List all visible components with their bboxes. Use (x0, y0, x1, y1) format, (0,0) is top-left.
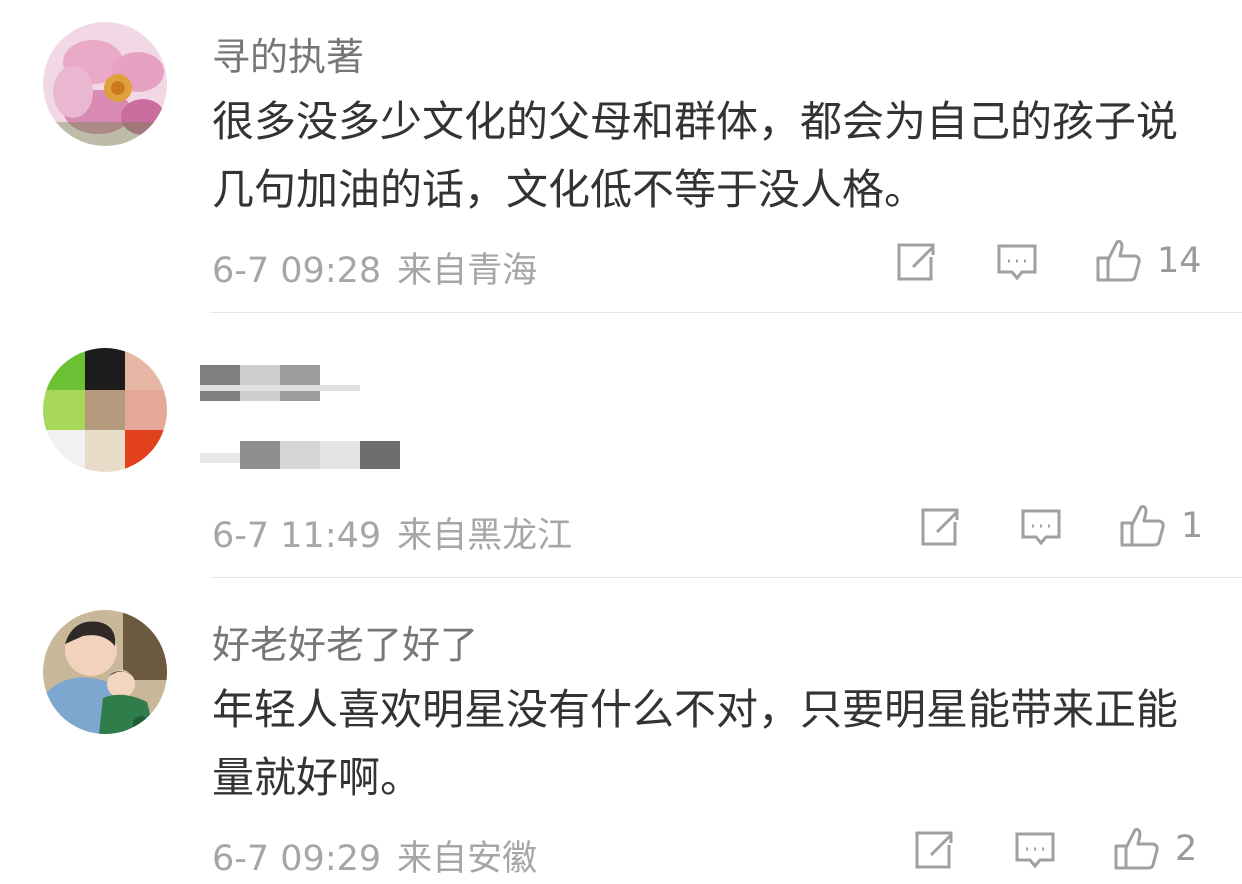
timestamp: 6-7 09:28 (212, 251, 382, 291)
comment-meta: 6-7 09:29 来自安徽 (212, 830, 537, 881)
comment-item: 寻的执著 很多没多少文化的父母和群体，都会为自己的孩子说几句加油的话，文化低不等… (0, 0, 1242, 313)
comment-text: 很多没多少文化的父母和群体，都会为自己的孩子说几句加油的话，文化低不等于没人格。 (212, 97, 1179, 214)
username[interactable]: 寻的执著 (212, 26, 364, 81)
like-count: 2 (1175, 829, 1198, 869)
username[interactable]: 好老好老了好了 (212, 614, 478, 669)
reply-button[interactable] (1014, 830, 1056, 872)
comment-meta: 6-7 11:49 来自黑龙江 (212, 507, 572, 558)
like-count: 14 (1157, 241, 1202, 281)
location: 来自青海 (397, 251, 538, 291)
reply-button[interactable] (996, 242, 1038, 284)
avatar[interactable] (43, 610, 167, 734)
comment-bubble-icon (996, 242, 1038, 284)
comment-text: 年轻人喜欢明星没有什么不对，只要明星能带来正能量就好啊。 (212, 685, 1179, 802)
comment-meta: 6-7 09:28 来自青海 (212, 242, 537, 293)
location: 来自黑龙江 (397, 516, 573, 556)
thumbs-up-icon (1095, 238, 1143, 284)
reply-button[interactable] (1020, 507, 1062, 549)
thumbs-up-icon (1119, 503, 1167, 549)
like-button[interactable]: 1 (1119, 503, 1203, 549)
like-button[interactable]: 2 (1113, 826, 1197, 872)
avatar[interactable] (43, 348, 167, 472)
share-edit-icon (893, 241, 937, 283)
avatar[interactable] (43, 22, 167, 146)
comment-bubble-icon (1014, 830, 1056, 872)
location: 来自安徽 (397, 839, 538, 879)
comment-bubble-icon (1020, 507, 1062, 549)
repost-button[interactable] (911, 829, 955, 871)
like-count: 1 (1181, 506, 1204, 546)
share-edit-icon (911, 829, 955, 871)
repost-button[interactable] (893, 241, 937, 283)
timestamp: 6-7 09:29 (212, 839, 382, 879)
timestamp: 6-7 11:49 (212, 516, 382, 556)
repost-button[interactable] (917, 506, 961, 548)
thumbs-up-icon (1113, 826, 1161, 872)
comment-item: 6-7 11:49 来自黑龙江 1 (0, 313, 1242, 578)
like-button[interactable]: 14 (1095, 238, 1202, 284)
comment-item: 好老好老了好了 年轻人喜欢明星没有什么不对，只要明星能带来正能量就好啊。 6-7… (0, 578, 1242, 884)
share-edit-icon (917, 506, 961, 548)
